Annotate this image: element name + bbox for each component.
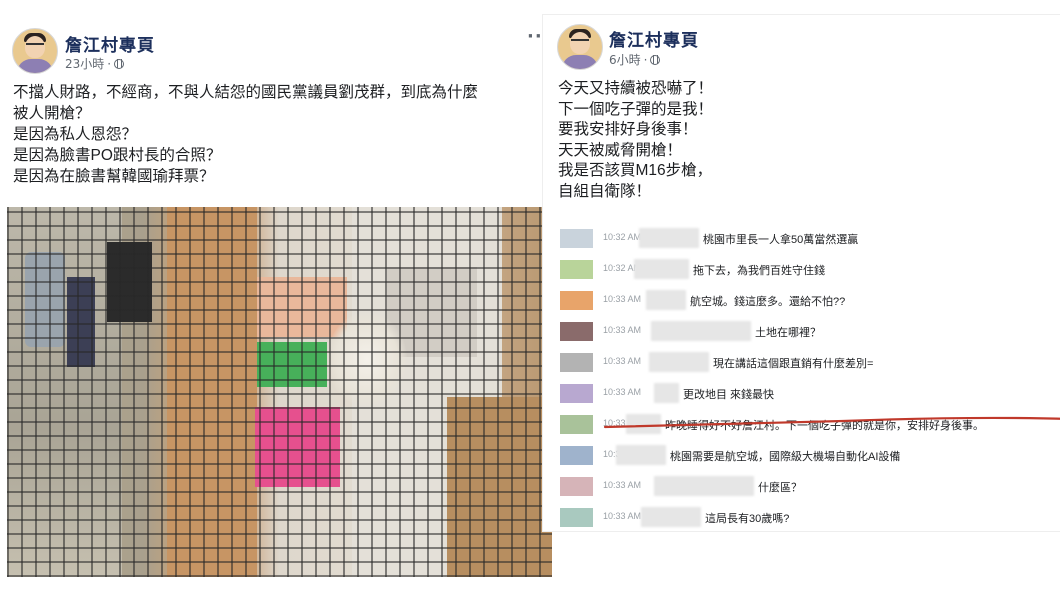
chat-time: 10:32 AM: [603, 232, 642, 242]
chat-message: 更改地目 來錢最快: [683, 389, 775, 401]
redacted-username: [641, 507, 701, 527]
separator-dot: ·: [643, 52, 648, 67]
post-body-text: 今天又持續被恐嚇了！ 下一個吃子彈的是我！ 要我安排好身後事！ 天天被威脅開槍！…: [558, 80, 714, 200]
page-name-link[interactable]: 詹江村專頁: [609, 26, 699, 51]
chat-time: 10:33 AM: [603, 511, 642, 521]
chat-row: 10:33 AM 什麼區？: [543, 474, 1060, 502]
post-time[interactable]: 6小時: [609, 51, 641, 68]
red-underline-annotation: [603, 416, 1060, 429]
chat-message: 桃園需要是航空城，國際級大機場自動化AI設備: [670, 451, 901, 463]
globe-icon: [114, 58, 125, 69]
chat-message: 什麼區？: [758, 482, 802, 494]
chat-avatar: [560, 477, 593, 496]
page-avatar[interactable]: [557, 24, 603, 70]
chat-message: 土地在哪裡？: [755, 327, 821, 339]
chat-message: 航空城。錢這麼多。還給不怕??: [690, 296, 846, 308]
chat-message: 這局長有30歲嗎?: [705, 513, 790, 525]
chat-row: 10:32 AM 桃園市里長一人拿50萬當然選贏: [543, 226, 1060, 254]
chat-message: 現在講話這個跟直銷有什麼差別=: [713, 358, 874, 370]
post-meta: 23小時 ·: [65, 55, 125, 72]
chat-row: 10:33 AM 更改地目 來錢最快: [543, 381, 1060, 409]
chat-row: 10:33 AM 土地在哪裡？: [543, 319, 1060, 347]
redacted-username: [646, 290, 686, 310]
left-post: 詹江村專頁 23小時 · ··· 不擋人財路，不經商，不與人結怨的國民黨議員劉茂…: [0, 0, 553, 596]
redacted-username: [654, 383, 679, 403]
post-meta: 6小時 ·: [609, 51, 661, 68]
chat-avatar: [560, 384, 593, 403]
redacted-username: [654, 476, 754, 496]
redacted-username: [649, 352, 709, 372]
chat-row: 10:33 AM 這局長有30歲嗎?: [543, 505, 1060, 533]
chat-avatar: [560, 260, 593, 279]
chat-avatar: [560, 322, 593, 341]
redacted-username: [634, 259, 689, 279]
post-photo[interactable]: [7, 207, 552, 577]
chat-avatar: [560, 446, 593, 465]
globe-icon: [650, 54, 661, 65]
chat-row: 10:32 AM 拖下去，為我們百姓守住錢: [543, 257, 1060, 285]
redacted-username: [616, 445, 666, 465]
separator-dot: ·: [107, 56, 112, 71]
chat-row: 10:33 AM 現在講話這個跟直銷有什麼差別=: [543, 350, 1060, 378]
chat-time: 10:33 AM: [603, 294, 642, 304]
chat-row: 10:33 AM桃園需要是航空城，國際級大機場自動化AI設備: [543, 443, 1060, 471]
chat-message: 桃園市里長一人拿50萬當然選贏: [703, 234, 859, 246]
chat-avatar: [560, 229, 593, 248]
chat-avatar: [560, 353, 593, 372]
chat-time: 10:33 AM: [603, 325, 642, 335]
page-name-link[interactable]: 詹江村專頁: [65, 31, 155, 56]
chat-time: 10:33 AM: [603, 480, 642, 490]
chat-avatar: [560, 508, 593, 527]
post-body-text: 不擋人財路，不經商，不與人結怨的國民黨議員劉茂群，到底為什麼 被人開槍？ 是因為…: [13, 84, 479, 185]
chat-time: 10:33 AM: [603, 387, 642, 397]
page-avatar[interactable]: [12, 28, 58, 74]
right-post: 詹江村專頁 6小時 · 今天又持續被恐嚇了！ 下一個吃子彈的是我！ 要我安排好身…: [543, 15, 1060, 531]
chat-message: 拖下去，為我們百姓守住錢: [693, 265, 825, 277]
redacted-username: [651, 321, 751, 341]
wire-mesh: [7, 207, 552, 577]
chat-avatar: [560, 415, 593, 434]
redacted-username: [639, 228, 699, 248]
chat-time: 10:33 AM: [603, 356, 642, 366]
chat-avatar: [560, 291, 593, 310]
chat-screenshot: 10:32 AM 桃園市里長一人拿50萬當然選贏 10:32 AM 拖下去，為我們百姓…: [543, 223, 1060, 531]
post-time[interactable]: 23小時: [65, 55, 104, 72]
chat-row: 10:33 AM 航空城。錢這麼多。還給不怕??: [543, 288, 1060, 316]
